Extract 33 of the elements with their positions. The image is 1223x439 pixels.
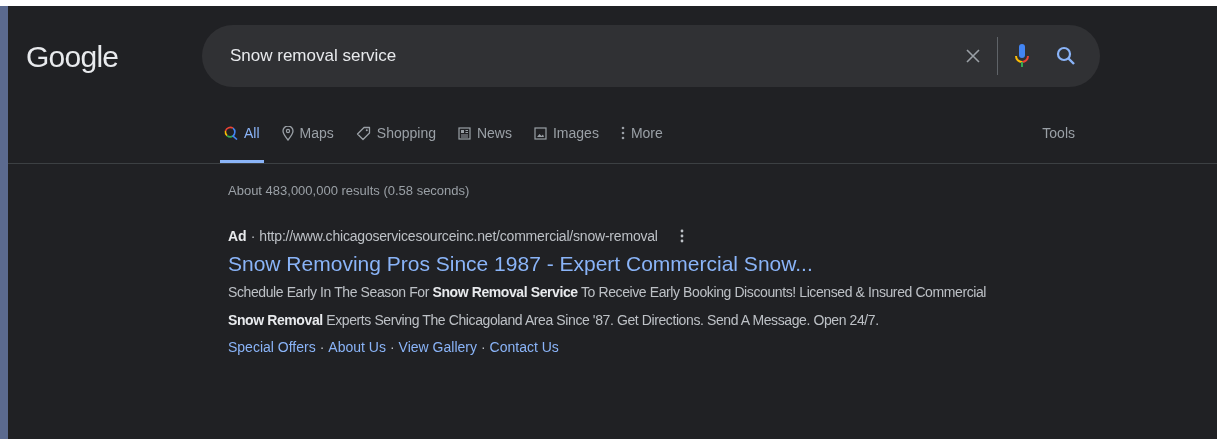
ad-title-link[interactable]: Snow Removing Pros Since 1987 - Expert Commercial Snow... <box>228 250 1217 278</box>
close-icon[interactable] <box>965 48 981 64</box>
nav-tab[interactable]: News <box>453 106 516 163</box>
sitelink[interactable]: About Us <box>328 334 386 360</box>
tag-icon <box>355 125 371 141</box>
nav-tab[interactable]: Maps <box>277 106 338 163</box>
map-pin-icon <box>281 125 294 141</box>
ad-description: Schedule Early In The Season For Snow Removal Service To Receive Early Booking Discounts! Licensed & Insured Commercial Snow Removal Experts Serving The Chicagoland Area Since '87. Get Directions. Send A Message. Open 24/7. <box>228 283 988 330</box>
image-icon <box>534 126 547 140</box>
result-stats: About 483,000,000 results (0.58 seconds) <box>228 182 471 200</box>
nav-tab[interactable]: Images <box>530 106 603 163</box>
nav-tab[interactable]: All <box>220 106 264 163</box>
sitelink[interactable]: Contact Us <box>489 334 559 360</box>
ad-url: http://www.chicagoservicesourceinc.net/commercial/snow-removal <box>259 227 658 246</box>
sitelink[interactable]: View Gallery <box>398 334 477 360</box>
sitelink[interactable]: Special Offers <box>228 334 316 360</box>
separator-dot: · <box>389 338 395 357</box>
nav-tab[interactable]: More <box>616 106 667 163</box>
more-options-icon[interactable] <box>679 229 684 243</box>
google-logo[interactable]: Google <box>26 33 202 79</box>
separator-dot: · <box>250 227 256 246</box>
ad-label: Ad <box>228 227 247 246</box>
search-icon[interactable] <box>1056 46 1076 66</box>
vertical-dots-icon <box>620 126 625 140</box>
microphone-icon[interactable] <box>1014 43 1030 69</box>
tools-button[interactable]: Tools <box>1042 106 1075 163</box>
newspaper-icon <box>457 126 471 140</box>
separator-dot: · <box>480 338 486 357</box>
separator-dot: · <box>319 338 325 357</box>
search-field[interactable]: Snow removal service <box>202 25 1100 87</box>
nav-tab[interactable]: Shopping <box>351 106 440 163</box>
search-icon <box>224 126 238 140</box>
search-query: Snow removal service <box>230 45 398 68</box>
